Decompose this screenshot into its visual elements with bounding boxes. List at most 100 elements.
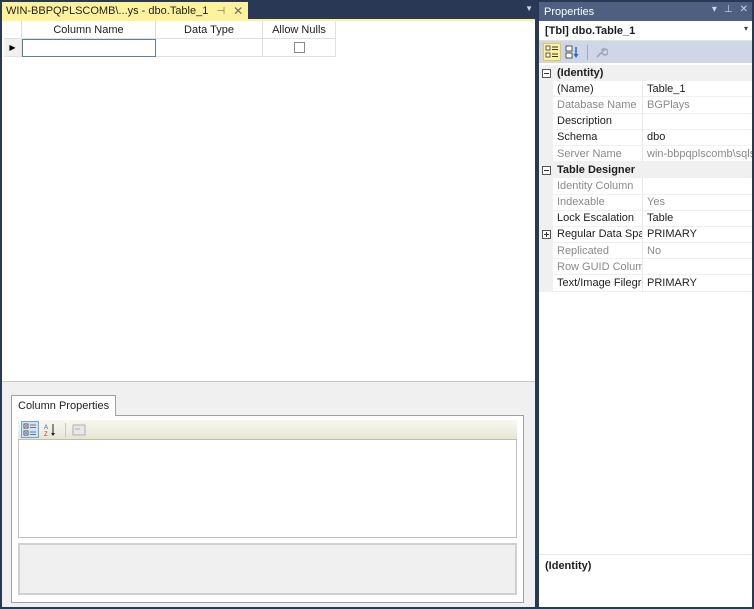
svg-text:Z: Z (44, 432, 48, 437)
close-icon[interactable]: ✕ (740, 4, 748, 15)
property-description-title: (Identity) (545, 560, 592, 572)
property-name: Text/Image Filegro (553, 275, 643, 292)
property-pages-icon (72, 424, 86, 435)
property-pages-button[interactable] (592, 43, 610, 61)
property-row[interactable]: Row GUID Column (539, 259, 752, 276)
collapse-icon[interactable] (541, 165, 551, 175)
row-selector-header (4, 21, 22, 39)
window-position-dropdown-icon[interactable]: ▾ (712, 4, 717, 15)
wrench-icon (596, 47, 608, 58)
category-identity[interactable]: (Identity) (539, 65, 752, 82)
property-value[interactable]: No (643, 243, 752, 260)
property-value[interactable]: PRIMARY (643, 227, 752, 244)
categorized-icon (23, 423, 36, 435)
property-row[interactable]: Replicated No (539, 243, 752, 260)
header-column-name[interactable]: Column Name (22, 21, 156, 39)
property-value[interactable]: Table (643, 211, 752, 227)
allow-nulls-checkbox[interactable] (293, 42, 305, 53)
pin-icon[interactable]: ⊥ (724, 4, 733, 15)
column-name-cell[interactable] (22, 39, 156, 57)
allow-nulls-cell[interactable] (263, 39, 336, 57)
property-row[interactable]: Text/Image Filegro PRIMARY (539, 275, 752, 292)
close-icon[interactable]: ✕ (233, 5, 243, 17)
chevron-down-icon[interactable]: ▾ (744, 24, 748, 33)
row-selector[interactable]: ▶ (4, 39, 22, 57)
tab-overflow-dropdown-icon[interactable]: ▼ (525, 4, 533, 13)
properties-title: Properties (544, 5, 595, 18)
row-gutter (539, 178, 553, 195)
document-tab-table-designer[interactable]: WIN-BBPQPLSCOMB\...ys - dbo.Table_1 ⊣ ✕ (2, 2, 249, 20)
property-value[interactable]: win-bbpqplscomb\sqls (643, 146, 752, 163)
row-gutter (539, 194, 553, 211)
column-properties-frame: A Z (11, 415, 524, 603)
property-row[interactable]: Regular Data Space PRIMARY (539, 226, 752, 244)
table-row: ▶ (4, 39, 336, 57)
property-row[interactable]: Schema dbo (539, 129, 752, 146)
row-gutter (539, 210, 553, 227)
property-name: Description (553, 113, 643, 130)
property-value[interactable]: Yes (643, 195, 752, 211)
row-gutter (539, 259, 553, 276)
alphabetical-button[interactable] (563, 43, 581, 61)
current-row-arrow-icon: ▶ (9, 43, 16, 52)
column-properties-grid[interactable] (18, 440, 517, 538)
property-value[interactable] (643, 178, 752, 195)
expand-icon[interactable] (541, 230, 551, 240)
property-row[interactable]: Lock Escalation Table (539, 210, 752, 227)
header-data-type[interactable]: Data Type (156, 21, 263, 39)
column-properties-pane: Column Properties A Z (2, 386, 535, 607)
column-properties-description (18, 543, 517, 595)
svg-text:A: A (44, 425, 48, 431)
property-value[interactable]: Table_1 (643, 81, 752, 98)
property-row[interactable]: Description (539, 113, 752, 130)
table-designer: Column Name Data Type Allow Nulls ▶ Colu… (2, 21, 535, 607)
properties-title-bar[interactable]: Properties ▾ ⊥ ✕ (539, 2, 752, 21)
property-name: Regular Data Space (553, 226, 643, 244)
property-row[interactable]: (Name) Table_1 (539, 81, 752, 98)
property-value[interactable] (643, 114, 752, 130)
row-gutter (539, 243, 553, 260)
property-row[interactable]: Server Name win-bbpqplscomb\sqls (539, 145, 752, 163)
property-value[interactable]: PRIMARY (643, 275, 752, 292)
property-name: Server Name (553, 145, 643, 163)
categorized-button[interactable] (21, 421, 39, 438)
categorized-button[interactable] (543, 43, 561, 61)
properties-window: Properties ▾ ⊥ ✕ [Tbl] dbo.Table_1 ▾ (Id… (539, 2, 752, 607)
object-selector[interactable]: [Tbl] dbo.Table_1 ▾ (539, 21, 752, 41)
property-value[interactable]: dbo (643, 130, 752, 146)
property-row[interactable]: Database Name BGPlays (539, 97, 752, 114)
document-well: WIN-BBPQPLSCOMB\...ys - dbo.Table_1 ⊣ ✕ … (0, 0, 537, 609)
collapse-icon[interactable] (541, 68, 551, 78)
column-name-input[interactable] (22, 39, 156, 57)
data-type-cell[interactable] (156, 39, 263, 57)
property-value[interactable]: BGPlays (643, 97, 752, 114)
property-name: Lock Escalation (553, 210, 643, 227)
pin-icon[interactable]: ⊣ (216, 6, 225, 17)
category-table-designer[interactable]: Table Designer (539, 162, 752, 179)
property-name: Indexable (553, 194, 643, 211)
grid-header-row: Column Name Data Type Allow Nulls (4, 21, 336, 39)
property-pages-button[interactable] (70, 421, 88, 438)
property-name: Database Name (553, 97, 643, 114)
category-label: (Identity) (557, 67, 604, 80)
property-name: Schema (553, 129, 643, 146)
header-allow-nulls[interactable]: Allow Nulls (263, 21, 336, 39)
row-gutter (539, 81, 553, 98)
document-tabstrip: WIN-BBPQPLSCOMB\...ys - dbo.Table_1 ⊣ ✕ … (0, 0, 537, 20)
property-name: Identity Column (553, 178, 643, 195)
property-grid: (Identity) (Name) Table_1 Database Name … (539, 65, 752, 292)
toolbar-separator (65, 422, 66, 437)
row-gutter (539, 145, 553, 163)
object-selector-value: [Tbl] dbo.Table_1 (545, 24, 636, 37)
property-row[interactable]: Identity Column (539, 178, 752, 195)
tab-column-properties[interactable]: Column Properties (11, 395, 117, 416)
property-value[interactable] (643, 259, 752, 276)
alphabetical-button[interactable]: A Z (41, 421, 59, 438)
property-name: Replicated (553, 243, 643, 260)
document-tab-title: WIN-BBPQPLSCOMB\...ys - dbo.Table_1 (6, 5, 209, 17)
property-row[interactable]: Indexable Yes (539, 194, 752, 211)
category-gutter (539, 162, 553, 179)
column-properties-toolbar: A Z (18, 420, 517, 440)
row-gutter (539, 129, 553, 146)
properties-window-buttons: ▾ ⊥ ✕ (712, 4, 748, 15)
